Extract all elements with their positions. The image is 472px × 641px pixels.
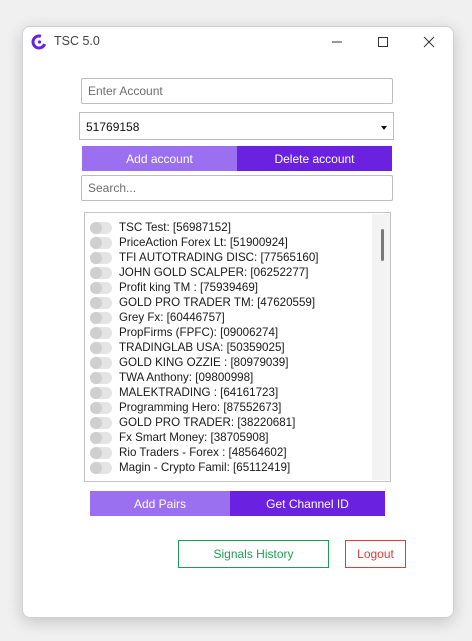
channel-label: GOLD PRO TRADER TM: [47620559]: [119, 296, 316, 309]
channel-items: TSC Test: [56987152] PriceAction Forex Lt…: [89, 220, 369, 475]
toggle-switch[interactable]: [90, 296, 112, 309]
toggle-switch[interactable]: [90, 461, 112, 474]
channel-label: PriceAction Forex Lt: [51900924]: [119, 236, 288, 249]
logout-button[interactable]: Logout: [345, 540, 406, 568]
channel-list-item[interactable]: Profit king TM : [75939469]: [89, 280, 369, 295]
add-account-button[interactable]: Add account: [82, 146, 237, 171]
toggle-switch[interactable]: [90, 326, 112, 339]
channel-list-item[interactable]: JOHN GOLD SCALPER: [06252277]: [89, 265, 369, 280]
channel-list-item[interactable]: Fx Smart Money: [38705908]: [89, 430, 369, 445]
channel-list-item[interactable]: GOLD PRO TRADER TM: [47620559]: [89, 295, 369, 310]
channel-list-item[interactable]: Magin - Crypto Famil: [65112419]: [89, 460, 369, 475]
toggle-switch[interactable]: [90, 356, 112, 369]
channel-list-item[interactable]: TSC Test: [56987152]: [89, 220, 369, 235]
channel-label: Programming Hero: [87552673]: [119, 401, 282, 414]
toggle-switch[interactable]: [90, 416, 112, 429]
dropdown-arrow-icon: [381, 126, 387, 130]
channel-label: GOLD KING OZZIE : [80979039]: [119, 356, 289, 369]
toggle-switch[interactable]: [90, 341, 112, 354]
account-select-value: 51769158: [86, 120, 140, 134]
app-window: TSC 5.0 51769158 Add account Delete acco…: [22, 26, 454, 618]
toggle-switch[interactable]: [90, 236, 112, 249]
channel-list-item[interactable]: GOLD PRO TRADER: [38220681]: [89, 415, 369, 430]
minimize-icon: [332, 41, 342, 43]
close-icon: [423, 36, 435, 48]
toggle-switch[interactable]: [90, 251, 112, 264]
channel-label: TWA Anthony: [09800998]: [119, 371, 254, 384]
channel-label: JOHN GOLD SCALPER: [06252277]: [119, 266, 309, 279]
title-bar[interactable]: TSC 5.0: [23, 27, 453, 57]
enter-account-input[interactable]: [81, 78, 393, 104]
channel-label: GOLD PRO TRADER: [38220681]: [119, 416, 296, 429]
add-pairs-button[interactable]: Add Pairs: [90, 491, 230, 516]
account-button-group: Add account Delete account: [82, 146, 392, 171]
channel-list-item[interactable]: TFI AUTOTRADING DISC: [77565160]: [89, 250, 369, 265]
channel-list-item[interactable]: Grey Fx: [60446757]: [89, 310, 369, 325]
toggle-switch[interactable]: [90, 311, 112, 324]
delete-account-button[interactable]: Delete account: [237, 146, 392, 171]
get-channel-id-button[interactable]: Get Channel ID: [230, 491, 385, 516]
channel-list-item[interactable]: TRADINGLAB USA: [50359025]: [89, 340, 369, 355]
channel-label: PropFirms (FPFC): [09006274]: [119, 326, 279, 339]
toggle-switch[interactable]: [90, 401, 112, 414]
channel-label: TSC Test: [56987152]: [119, 221, 231, 234]
toggle-switch[interactable]: [90, 266, 112, 279]
channel-label: MALEKTRADING : [64161723]: [119, 386, 279, 399]
channel-label: TFI AUTOTRADING DISC: [77565160]: [119, 251, 319, 264]
pair-button-group: Add Pairs Get Channel ID: [90, 491, 385, 516]
account-select[interactable]: 51769158: [79, 112, 394, 140]
channel-list-item[interactable]: PriceAction Forex Lt: [51900924]: [89, 235, 369, 250]
channel-label: Magin - Crypto Famil: [65112419]: [119, 461, 291, 474]
channel-label: Grey Fx: [60446757]: [119, 311, 225, 324]
scrollbar-thumb[interactable]: [381, 229, 384, 261]
channel-list-item[interactable]: PropFirms (FPFC): [09006274]: [89, 325, 369, 340]
channel-list-item[interactable]: Programming Hero: [87552673]: [89, 400, 369, 415]
maximize-button[interactable]: [361, 27, 405, 57]
toggle-switch[interactable]: [90, 431, 112, 444]
channel-list-item[interactable]: GOLD KING OZZIE : [80979039]: [89, 355, 369, 370]
channel-label: TRADINGLAB USA: [50359025]: [119, 341, 285, 354]
channel-list-item[interactable]: Rio Traders - Forex : [48564602]: [89, 445, 369, 460]
channel-label: Fx Smart Money: [38705908]: [119, 431, 269, 444]
channel-label: Rio Traders - Forex : [48564602]: [119, 446, 287, 459]
toggle-switch[interactable]: [90, 386, 112, 399]
signals-history-button[interactable]: Signals History: [178, 540, 329, 568]
close-button[interactable]: [407, 27, 451, 57]
app-logo-icon: [31, 34, 47, 50]
channel-list-item[interactable]: MALEKTRADING : [64161723]: [89, 385, 369, 400]
toggle-switch[interactable]: [90, 281, 112, 294]
channel-list-item[interactable]: TWA Anthony: [09800998]: [89, 370, 369, 385]
toggle-switch[interactable]: [90, 221, 112, 234]
maximize-icon: [378, 37, 388, 47]
channel-label: Profit king TM : [75939469]: [119, 281, 258, 294]
search-input[interactable]: [81, 175, 393, 201]
minimize-button[interactable]: [315, 27, 359, 57]
toggle-switch[interactable]: [90, 371, 112, 384]
window-title: TSC 5.0: [54, 34, 100, 48]
toggle-switch[interactable]: [90, 446, 112, 459]
